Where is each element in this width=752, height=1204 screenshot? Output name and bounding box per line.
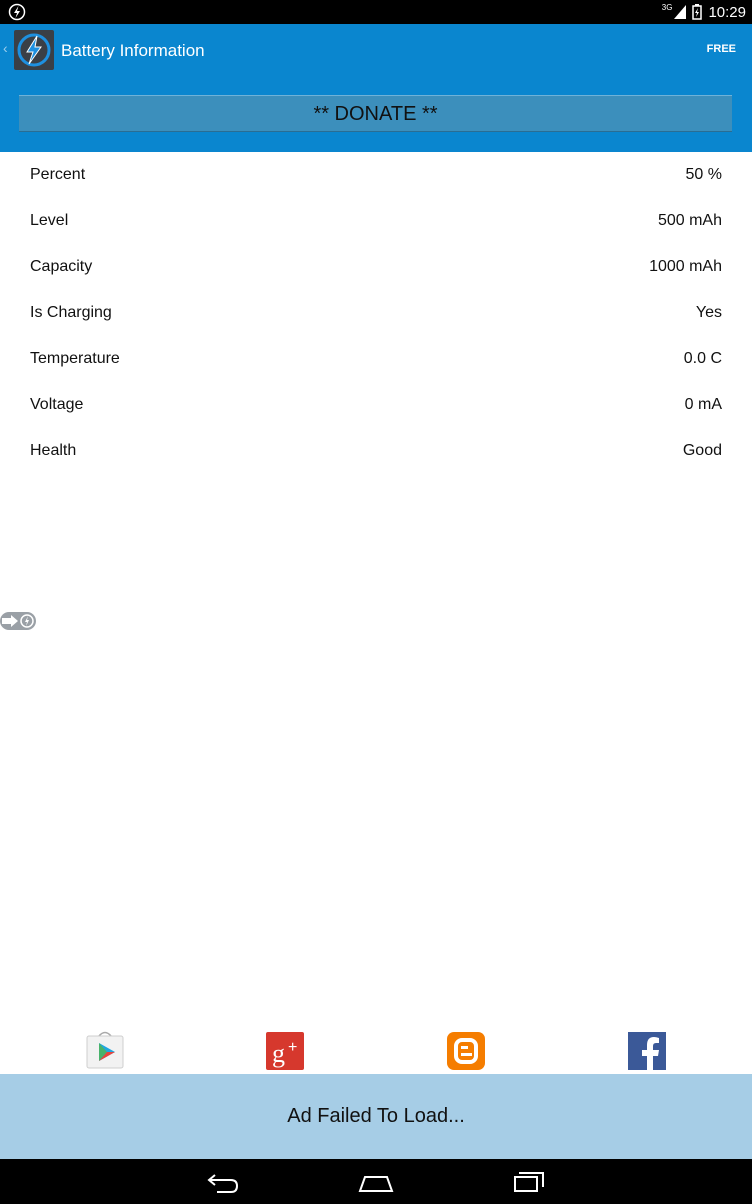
side-drawer-handle[interactable] (0, 611, 38, 631)
google-plus-icon[interactable]: g + (266, 1030, 306, 1070)
home-icon[interactable] (356, 1167, 396, 1197)
social-bar: g + (0, 1028, 752, 1074)
blogger-icon[interactable] (446, 1030, 486, 1070)
svg-text:+: + (288, 1039, 297, 1056)
info-label: Health (30, 442, 77, 459)
battery-info-list: Percent 50 % Level 500 mAh Capacity 1000… (0, 152, 752, 474)
battery-icon (692, 4, 703, 20)
ad-banner[interactable]: Ad Failed To Load... (0, 1074, 752, 1159)
svg-text:g: g (272, 1039, 285, 1068)
signal-icon (674, 5, 687, 19)
info-label: Voltage (30, 396, 84, 413)
info-row-capacity: Capacity 1000 mAh (0, 244, 752, 290)
info-value: 0.0 C (683, 350, 722, 367)
lightning-logo-icon (17, 33, 51, 67)
info-value: 1000 mAh (649, 258, 722, 275)
info-label: Capacity (30, 258, 93, 275)
free-button[interactable]: FREE (707, 43, 736, 55)
info-row-charging: Is Charging Yes (0, 290, 752, 336)
info-value: 50 % (685, 166, 722, 183)
lightning-notification-icon (8, 3, 26, 21)
info-row-health: Health Good (0, 428, 752, 474)
app-logo[interactable] (14, 30, 54, 70)
info-label: Is Charging (30, 304, 112, 321)
app-title: Battery Information (61, 41, 205, 60)
info-row-percent: Percent 50 % (0, 152, 752, 198)
network-type: 3G (661, 3, 673, 12)
action-bar: ‹ Battery Information FREE ** DONATE ** (0, 24, 752, 152)
info-label: Percent (30, 166, 86, 183)
info-label: Level (30, 212, 69, 229)
info-value: Good (682, 442, 722, 459)
google-play-icon[interactable] (85, 1030, 125, 1070)
info-row-temperature: Temperature 0.0 C (0, 336, 752, 382)
navigation-bar (0, 1159, 752, 1204)
info-label: Temperature (30, 350, 120, 367)
donate-button[interactable]: ** DONATE ** (19, 95, 732, 132)
up-chevron-icon[interactable]: ‹ (3, 40, 8, 56)
info-row-voltage: Voltage 0 mA (0, 382, 752, 428)
status-time: 10:29 (708, 3, 746, 21)
facebook-icon[interactable] (627, 1030, 667, 1070)
info-value: 500 mAh (657, 212, 722, 229)
info-value: Yes (695, 304, 722, 321)
info-row-level: Level 500 mAh (0, 198, 752, 244)
status-bar: 3G 10:29 (0, 0, 752, 24)
back-icon[interactable] (203, 1167, 243, 1197)
info-value: 0 mA (684, 396, 722, 413)
recent-apps-icon[interactable] (509, 1167, 549, 1197)
